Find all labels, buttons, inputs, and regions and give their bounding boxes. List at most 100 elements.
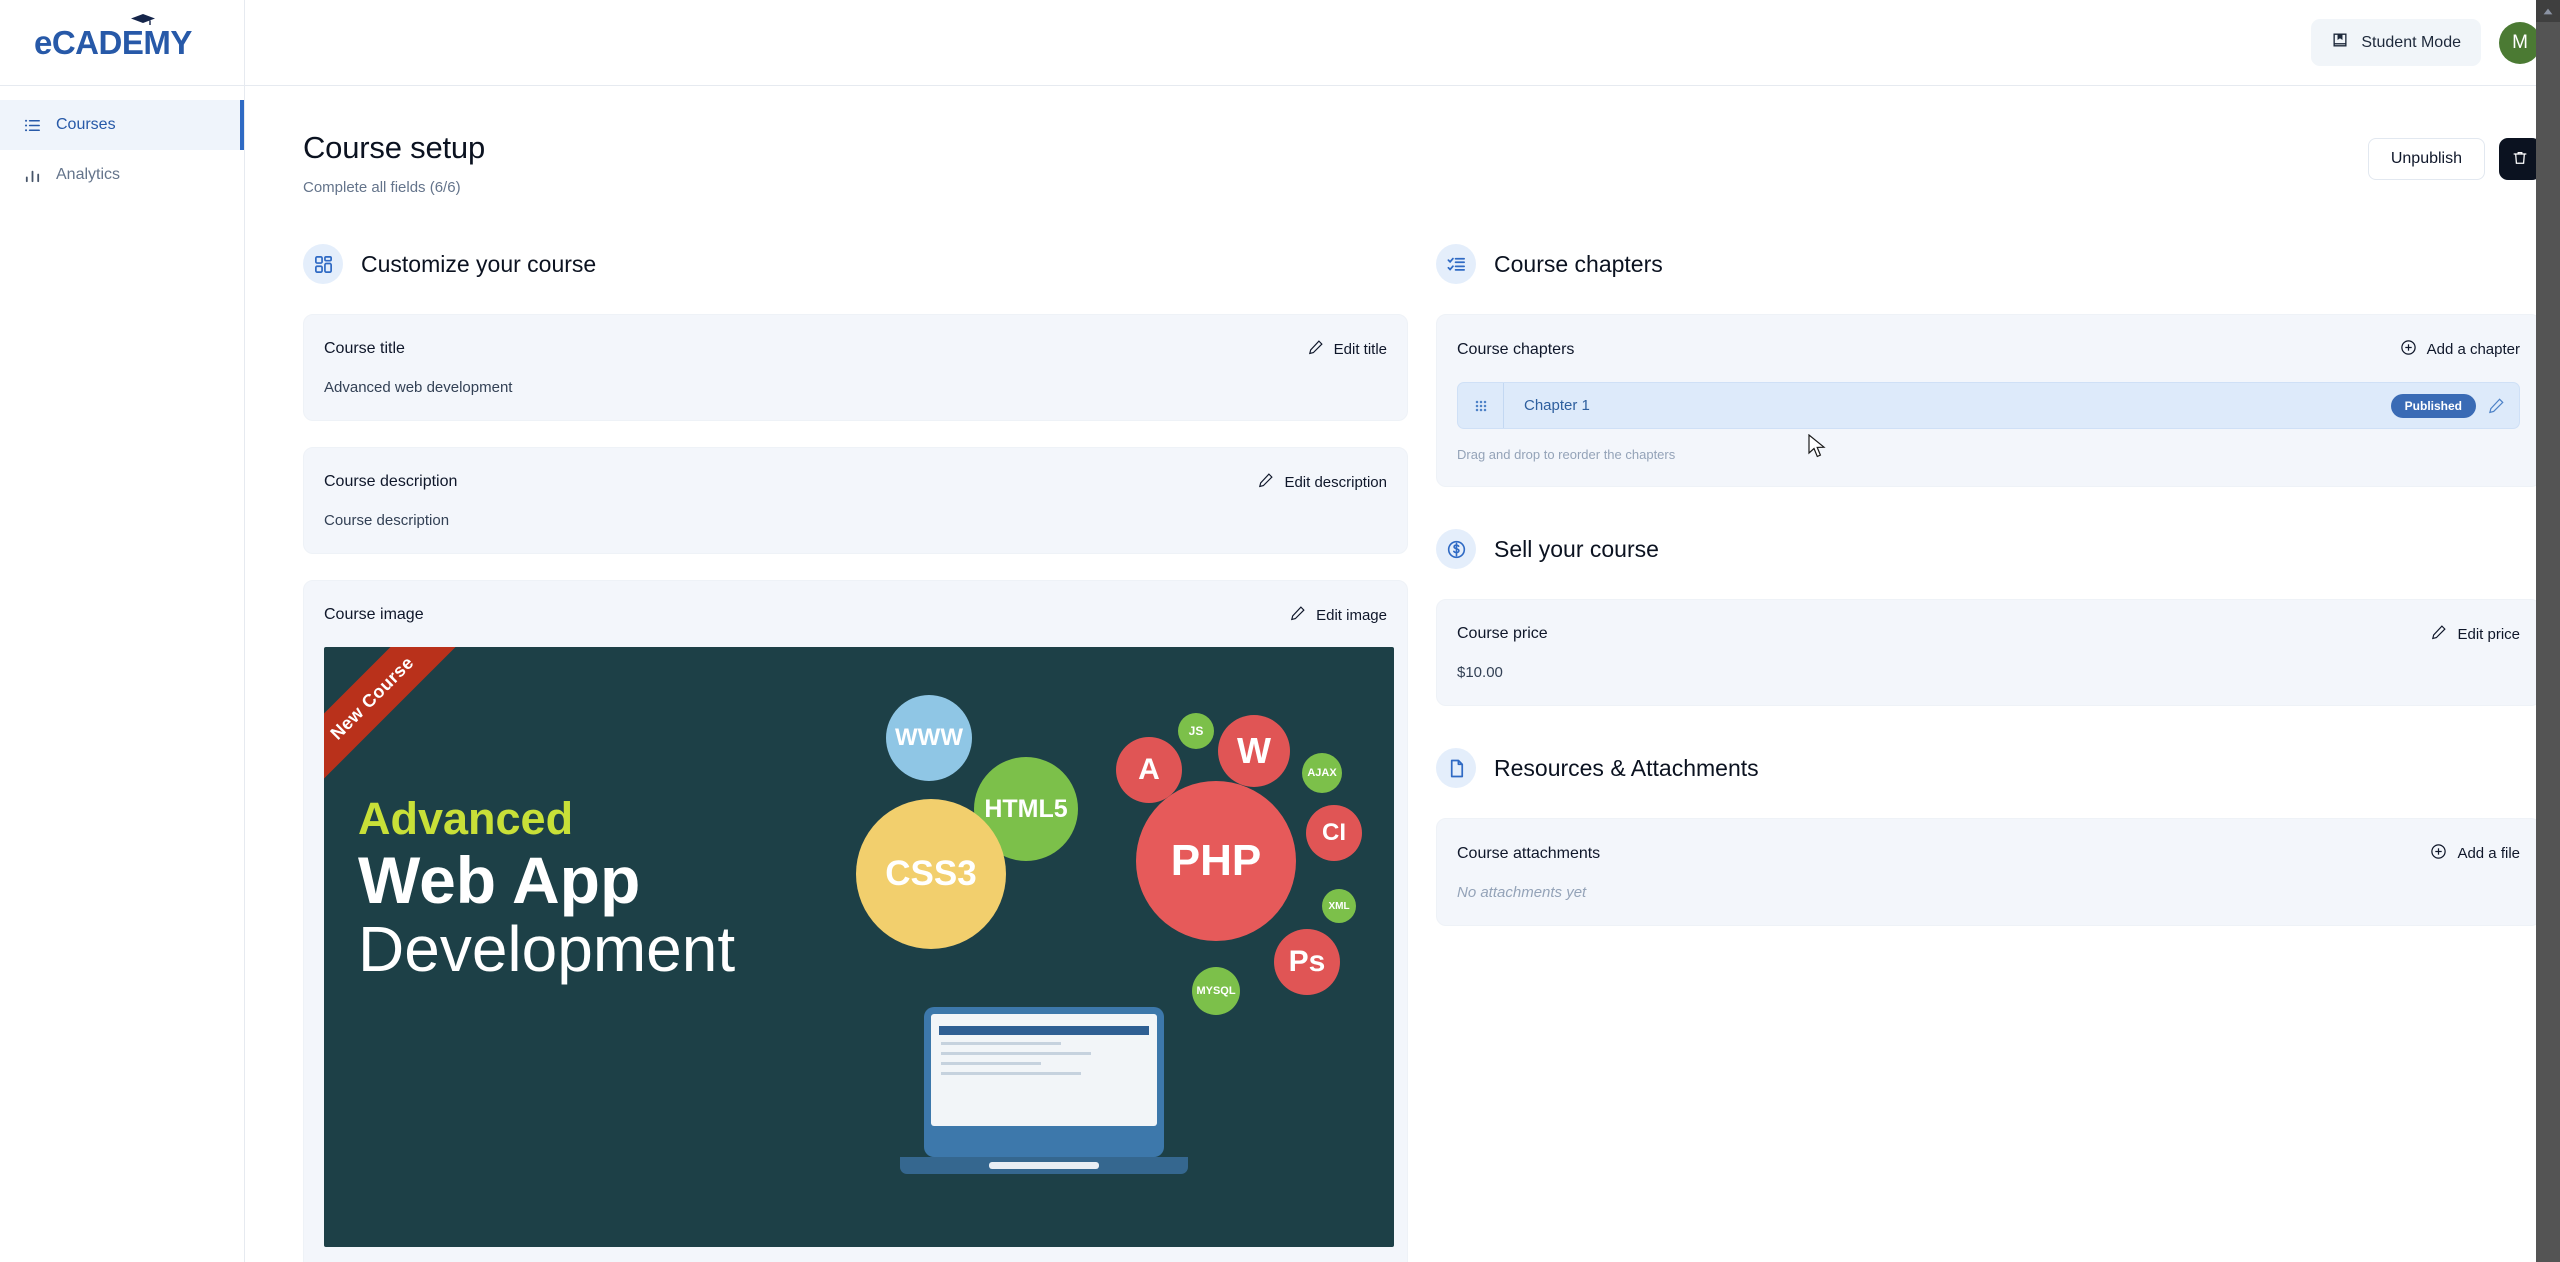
main-area: Student Mode M Course setup Complete all… (245, 0, 2560, 1262)
add-file-button[interactable]: Add a file (2430, 843, 2520, 864)
edit-chapter-button[interactable] (2488, 397, 2505, 414)
layout-dashboard-icon (303, 244, 343, 284)
edit-description-label: Edit description (1284, 473, 1387, 491)
course-chapters-card: Course chapters Add a chapter Chapter 1 … (1436, 314, 2541, 487)
table-row[interactable]: Chapter 1 Published (1457, 382, 2520, 429)
course-title-value: Advanced web development (324, 379, 513, 396)
graduation-cap-icon (131, 14, 155, 25)
pencil-icon (1308, 339, 1324, 359)
tech-bubble: PHP (1136, 781, 1296, 941)
bar-chart-icon (22, 165, 42, 185)
edit-price-button[interactable]: Edit price (2431, 624, 2520, 644)
sidebar: eCADEMY Courses Analytics (0, 0, 245, 1262)
logo[interactable]: eCADEMY (0, 0, 244, 86)
course-price-value: $10.00 (1457, 664, 1503, 681)
edit-image-label: Edit image (1316, 606, 1387, 624)
course-attachments-card: Course attachments Add a file No attachm… (1436, 818, 2541, 926)
sidebar-item-courses[interactable]: Courses (0, 100, 244, 150)
page-header: Course setup Complete all fields (6/6) U… (303, 130, 2541, 196)
plus-circle-icon (2430, 843, 2447, 864)
scroll-up-arrow-icon[interactable] (2536, 0, 2560, 22)
course-title-card: Course title Edit title Advanced web dev… (303, 314, 1408, 421)
status-badge: Published (2390, 393, 2476, 418)
tech-bubble: AJAX (1302, 753, 1342, 793)
app-root: eCADEMY Courses Analytics Student Mode M… (0, 0, 2560, 1262)
unpublish-button[interactable]: Unpublish (2367, 138, 2485, 180)
page-content: Course setup Complete all fields (6/6) U… (245, 86, 2560, 1262)
laptop-base (900, 1157, 1188, 1174)
attachments-label: Course attachments (1457, 844, 1601, 862)
logo-text: eCADEMY (34, 24, 192, 61)
edit-title-button[interactable]: Edit title (1308, 339, 1387, 359)
tech-bubble: XML (1322, 889, 1356, 923)
customize-section-title: Customize your course (361, 250, 597, 277)
list-icon (22, 115, 42, 135)
right-column: Course chapters Course chapters Add a ch… (1436, 244, 2541, 1262)
course-title-label: Course title (324, 340, 405, 357)
customize-column: Customize your course Course title Edit … (303, 244, 1408, 1262)
sidebar-item-label: Analytics (56, 166, 121, 183)
book-icon (2331, 31, 2349, 54)
tech-bubble: CI (1306, 805, 1362, 861)
resources-section-header: Resources & Attachments (1436, 748, 2541, 788)
course-price-label: Course price (1457, 625, 1548, 642)
delete-course-button[interactable] (2499, 138, 2541, 180)
pencil-icon (2431, 624, 2447, 644)
list-checks-icon (1436, 244, 1476, 284)
resources-section-title: Resources & Attachments (1494, 754, 1759, 781)
course-price-card: Course price Edit price $10.00 (1436, 599, 2541, 706)
sell-section-header: Sell your course (1436, 529, 2541, 569)
course-image-label: Course image (324, 606, 424, 623)
edit-image-button[interactable]: Edit image (1290, 605, 1387, 625)
student-mode-label: Student Mode (2361, 33, 2461, 51)
tech-bubble: WWW (886, 695, 972, 781)
dollar-circle-icon (1436, 529, 1476, 569)
edit-price-label: Edit price (2457, 625, 2520, 643)
add-chapter-label: Add a chapter (2426, 341, 2520, 358)
course-image-text: Advanced Web App Development (358, 795, 735, 983)
sell-section-title: Sell your course (1494, 535, 1659, 562)
sidebar-item-label: Courses (56, 116, 116, 133)
laptop-illustration (924, 1007, 1164, 1157)
file-icon (1436, 748, 1476, 788)
add-chapter-button[interactable]: Add a chapter (2400, 339, 2520, 360)
page-actions: Unpublish (2367, 138, 2541, 180)
tech-bubble: MYSQL (1192, 967, 1240, 1015)
chapters-section-title: Course chapters (1494, 250, 1663, 277)
page-subtitle: Complete all fields (6/6) (303, 179, 461, 196)
vertical-scrollbar[interactable] (2536, 0, 2560, 1262)
new-course-ribbon: New Course (324, 647, 481, 807)
tech-bubble: Ps (1274, 929, 1340, 995)
sidebar-item-analytics[interactable]: Analytics (0, 150, 244, 200)
course-description-value: Course description (324, 512, 450, 529)
course-description-label: Course description (324, 473, 458, 490)
course-image-card: Course image Edit image New Course Advan… (303, 580, 1408, 1262)
chapters-section-header: Course chapters (1436, 244, 2541, 284)
edit-description-button[interactable]: Edit description (1258, 472, 1387, 492)
chapter-name: Chapter 1 (1524, 397, 1590, 414)
grip-icon[interactable] (1458, 383, 1504, 428)
chapters-hint: Drag and drop to reorder the chapters (1457, 447, 1676, 462)
plus-circle-icon (2400, 339, 2417, 360)
course-description-card: Course description Edit description Cour… (303, 447, 1408, 554)
sidebar-nav: Courses Analytics (0, 86, 244, 200)
content-grid: Customize your course Course title Edit … (303, 244, 2541, 1262)
page-title: Course setup (303, 130, 485, 165)
topbar: Student Mode M (245, 0, 2560, 86)
chapters-card-label: Course chapters (1457, 340, 1575, 358)
tech-bubble: CSS3 (856, 799, 1006, 949)
customize-section-header: Customize your course (303, 244, 1408, 284)
tech-bubble: JS (1178, 713, 1214, 749)
student-mode-button[interactable]: Student Mode (2311, 19, 2481, 66)
edit-title-label: Edit title (1333, 340, 1387, 358)
course-image-line3: Development (358, 912, 736, 985)
pencil-icon (1290, 605, 1306, 625)
course-image-preview: New Course Advanced Web App Development … (324, 647, 1394, 1247)
avatar[interactable]: M (2499, 21, 2541, 64)
add-file-label: Add a file (2457, 845, 2520, 862)
course-image-line2: Web App (358, 843, 641, 918)
pencil-icon (1258, 472, 1274, 492)
trash-icon (2511, 149, 2529, 170)
attachments-empty-text: No attachments yet (1457, 884, 1587, 901)
course-image-line1: Advanced (358, 793, 574, 844)
